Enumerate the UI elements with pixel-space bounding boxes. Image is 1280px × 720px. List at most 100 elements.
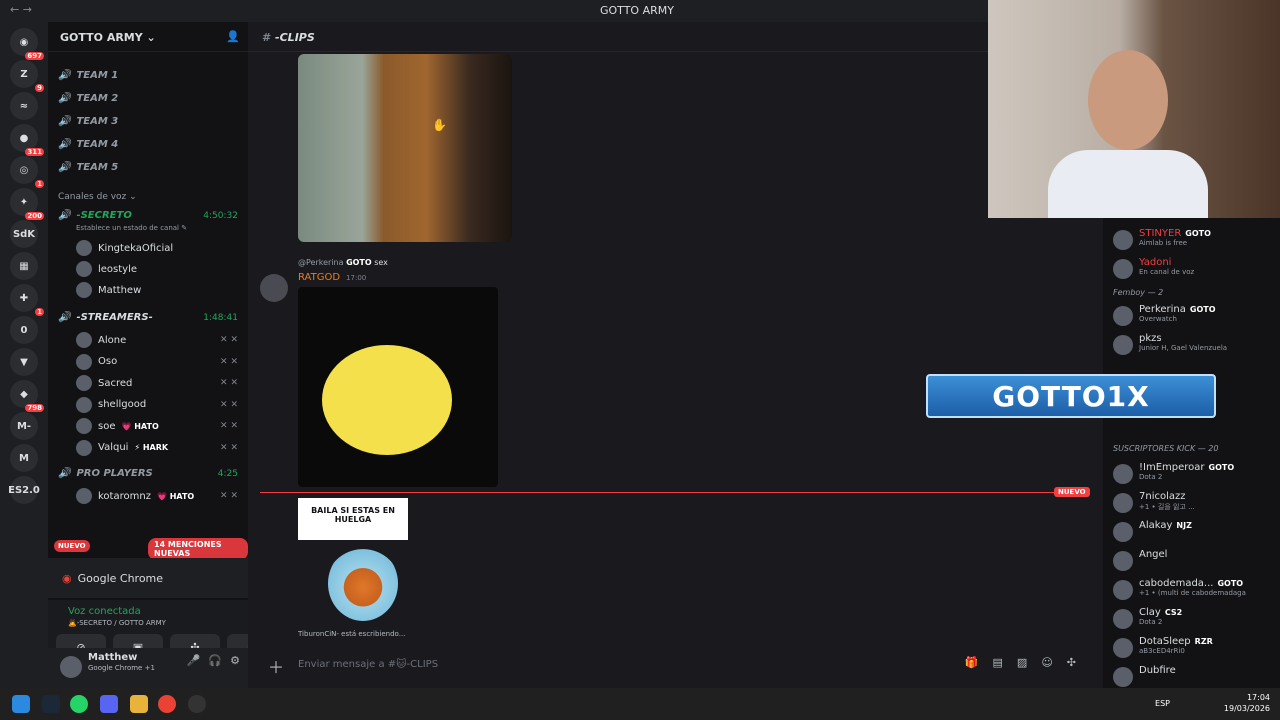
voice-user[interactable]: Oso bbox=[76, 353, 117, 370]
squirtle-sticker[interactable] bbox=[328, 546, 398, 621]
member-tag: GOTO bbox=[1185, 229, 1211, 238]
add-attachment-icon[interactable]: ＋ bbox=[268, 654, 284, 678]
server-icon[interactable]: ES2.0 bbox=[8, 476, 40, 504]
voice-user[interactable]: kotaromnz 💗 HATO bbox=[76, 488, 194, 504]
message-author[interactable]: RATGOD 17:00 bbox=[298, 272, 366, 283]
member-tag: NJZ bbox=[1176, 521, 1192, 530]
member-item[interactable]: STINYER GOTO Aimlab is free bbox=[1113, 228, 1211, 250]
clock[interactable]: 17:04 19/03/2026 bbox=[1224, 692, 1270, 714]
server-icon[interactable]: M- bbox=[10, 412, 38, 440]
member-item[interactable]: Clay CS2 Dota 2 bbox=[1113, 607, 1182, 629]
guild-header[interactable]: GOTTO ARMY ⌄ 👤 bbox=[48, 22, 248, 52]
member-item[interactable]: Yadoni En canal de voz bbox=[1113, 257, 1194, 279]
server-icon[interactable]: ◆ 798 bbox=[10, 380, 44, 412]
channel-team[interactable]: 🔊 TEAM 3 bbox=[58, 116, 118, 127]
chrome-taskbar-icon[interactable] bbox=[158, 695, 176, 713]
reply-preview[interactable]: @Perkerina GOTO sex bbox=[298, 258, 388, 267]
server-badge: 1 bbox=[35, 180, 44, 188]
server-icon[interactable]: ≈ bbox=[10, 92, 38, 120]
apps-icon[interactable]: ✣ bbox=[1067, 656, 1076, 669]
mentions-badge[interactable]: 14 MENCIONES NUEVAS bbox=[148, 538, 248, 560]
gift-icon[interactable]: 🎁 bbox=[965, 656, 979, 669]
voice-user[interactable]: shellgood bbox=[76, 396, 146, 413]
gif-icon[interactable]: ▤ bbox=[993, 656, 1003, 669]
member-item[interactable]: Angel bbox=[1113, 549, 1167, 571]
voice-section-header[interactable]: Canales de voz ⌄ bbox=[58, 192, 137, 202]
member-item[interactable]: Alakay NJZ bbox=[1113, 520, 1192, 542]
server-icon[interactable]: 0 bbox=[10, 316, 38, 344]
channel-name: -STREAMERS- bbox=[76, 312, 153, 323]
server-icon[interactable]: ✚ 1 bbox=[10, 284, 44, 316]
member-name: cabodemada... bbox=[1139, 578, 1214, 589]
new-badge: NUEVO bbox=[54, 540, 90, 552]
member-item[interactable]: pkzs Junior H, Gael Valenzuela bbox=[1113, 333, 1227, 355]
add-member-icon[interactable]: 👤 bbox=[226, 30, 240, 43]
channel-team[interactable]: 🔊 TEAM 4 bbox=[58, 139, 118, 150]
voice-user[interactable]: Matthew bbox=[76, 282, 141, 298]
member-name: !ImEmperoar bbox=[1139, 462, 1205, 473]
voice-connected-label[interactable]: Voz conectada bbox=[68, 606, 141, 617]
member-item[interactable]: cabodemada... GOTO +1 • (multi de cabodema… bbox=[1113, 578, 1246, 600]
discord-icon[interactable] bbox=[100, 695, 118, 713]
server-icon[interactable]: SdK bbox=[10, 220, 38, 248]
member-item[interactable]: Dubfire bbox=[1113, 665, 1176, 687]
steam-icon[interactable] bbox=[42, 695, 60, 713]
user-name: Valqui bbox=[98, 442, 129, 453]
message-time: 17:00 bbox=[346, 274, 367, 282]
member-item[interactable]: !ImEmperoar GOTO Dota 2 bbox=[1113, 462, 1234, 484]
sticker-icon[interactable]: ▨ bbox=[1017, 656, 1027, 669]
windows-start-icon[interactable] bbox=[12, 695, 30, 713]
channel-status[interactable]: Establece un estado de canal ✎ bbox=[76, 224, 187, 232]
channel-pro-players[interactable]: 🔊 PRO PLAYERS bbox=[58, 468, 153, 479]
server-icon[interactable]: Z9 bbox=[10, 60, 44, 92]
member-row: Angel bbox=[1139, 549, 1167, 560]
category-header: SUSCRIPTORES KICK — 20 bbox=[1113, 444, 1219, 453]
member-tag: GOTO bbox=[1189, 305, 1216, 314]
member-item[interactable]: DotaSleep RZR aB3cED4rRi0 bbox=[1113, 636, 1213, 658]
message-input[interactable]: ＋ Enviar mensaje a #🐱-CLIPS 🎁 ▤ ▨ ☺ ✣ bbox=[260, 650, 1090, 678]
server-icon[interactable]: ✦ 200 bbox=[10, 188, 44, 220]
server-icon[interactable]: ◉ 697 bbox=[10, 28, 44, 60]
member-item[interactable]: 7nicolazz +1 • 길을 잃고 ... bbox=[1113, 491, 1195, 513]
nav-arrows[interactable]: ← → bbox=[10, 3, 32, 16]
reply-tag: GOTO bbox=[346, 258, 372, 267]
server-icon[interactable]: ▦ bbox=[10, 252, 38, 280]
server-label: ◆ bbox=[20, 388, 28, 400]
screenshare-bar[interactable]: ◉ Google Chrome bbox=[48, 558, 248, 598]
channel-team[interactable]: 🔊 TEAM 2 bbox=[58, 93, 118, 104]
voice-user[interactable]: Sacred bbox=[76, 375, 132, 391]
settings-gear-icon[interactable]: ⚙ bbox=[230, 654, 240, 667]
mic-icon[interactable]: 🎤 bbox=[187, 654, 201, 667]
voice-user[interactable]: Valqui ⚡ HARK bbox=[76, 439, 168, 456]
file-explorer-icon[interactable] bbox=[130, 695, 148, 713]
server-icon[interactable]: ● 311 bbox=[10, 124, 44, 156]
avatar bbox=[76, 353, 92, 370]
hash-icon: # bbox=[262, 31, 276, 44]
obs-icon[interactable] bbox=[188, 695, 206, 713]
server-icon[interactable]: M bbox=[10, 444, 38, 472]
emoji-icon[interactable]: ☺ bbox=[1041, 656, 1052, 669]
channel-team[interactable]: 🔊 TEAM 5 bbox=[58, 162, 118, 173]
avatar[interactable] bbox=[60, 656, 82, 678]
voice-user[interactable]: leostyle bbox=[76, 261, 137, 277]
server-icon[interactable]: ◎ 1 bbox=[10, 156, 44, 188]
whatsapp-icon[interactable] bbox=[70, 695, 88, 713]
voice-user[interactable]: KingtekaOficial bbox=[76, 240, 173, 256]
voice-user[interactable]: soe 💗 HATO bbox=[76, 418, 159, 434]
voice-user[interactable]: Alone bbox=[76, 332, 126, 348]
server-icon[interactable]: ▼ bbox=[10, 348, 38, 376]
chrome-icon: ◉ bbox=[62, 571, 72, 585]
bee-gif[interactable] bbox=[298, 287, 498, 487]
headphones-icon[interactable]: 🎧 bbox=[208, 654, 222, 667]
member-activity: aB3cED4rRi0 bbox=[1139, 647, 1185, 655]
channel-streamers[interactable]: 🔊 -STREAMERS- bbox=[58, 312, 153, 323]
channel-secreto[interactable]: 🔊 -SECRETO bbox=[58, 210, 132, 221]
muted-mic-icon: ✕ ✕ bbox=[220, 491, 238, 501]
server-label: ≈ bbox=[19, 100, 29, 112]
message-avatar[interactable] bbox=[260, 274, 288, 302]
channel-team[interactable]: 🔊 TEAM 1 bbox=[58, 70, 118, 81]
server-label: M- bbox=[16, 420, 32, 432]
member-item[interactable]: Perkerina GOTO Overwatch bbox=[1113, 304, 1216, 326]
door-gif[interactable] bbox=[298, 54, 512, 242]
language-indicator[interactable]: ESP bbox=[1155, 699, 1170, 708]
